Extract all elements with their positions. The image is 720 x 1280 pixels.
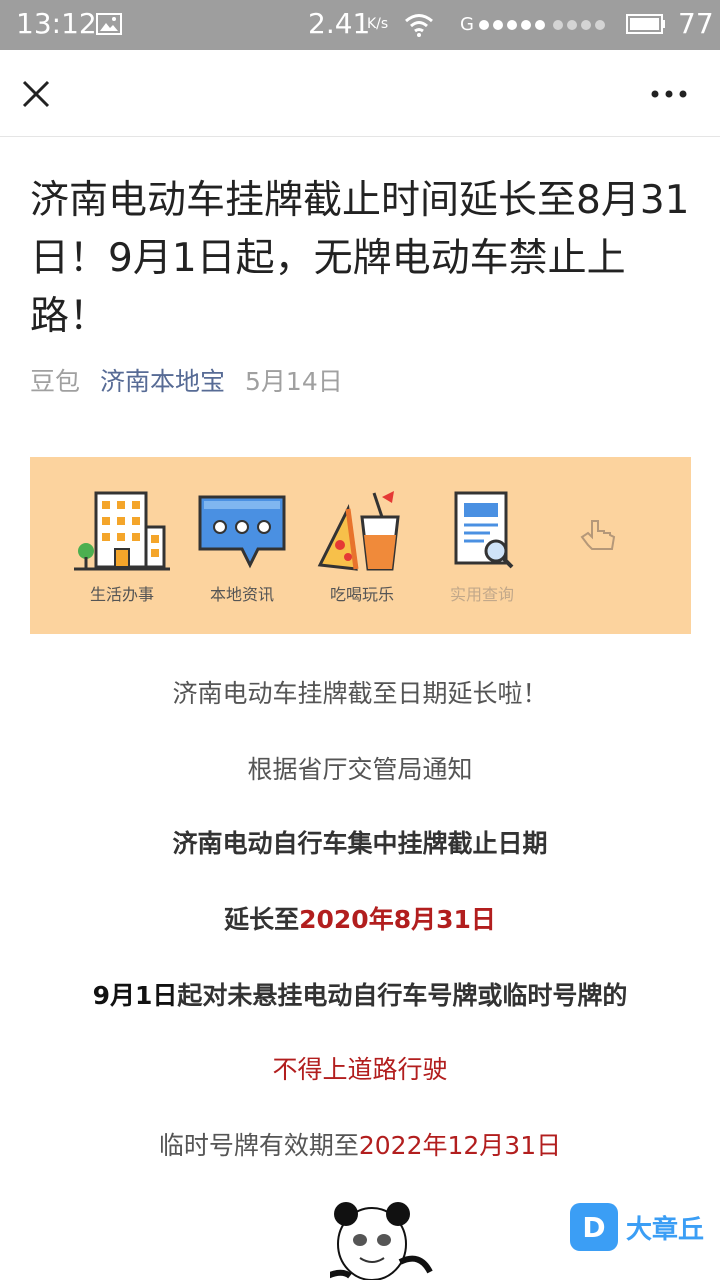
rule-date: 9月1日 [92, 981, 178, 1010]
status-time: 13:12 [16, 7, 97, 40]
temp-plate-date: 2022年12月31日 [358, 1131, 562, 1160]
extended-date: 2020年8月31日 [299, 905, 496, 934]
panda-meme-image [330, 1202, 433, 1280]
temp-plate-prefix: 临时号牌有效期至 [158, 1131, 359, 1160]
publish-date: 5月14日 [245, 367, 343, 396]
paragraph-rule: 9月1日起对未悬挂电动自行车号牌或临时号牌的 [0, 976, 720, 1016]
more-icon[interactable] [650, 88, 688, 100]
watermark-text: 大章丘 [626, 1214, 705, 1245]
document-search-icon [454, 491, 514, 569]
article-meta: 豆包 济南本地宝 5月14日 [30, 364, 343, 400]
watermark: D 大章丘 [570, 1203, 704, 1251]
menu-item-local-news[interactable]: 本地资讯 [182, 487, 302, 605]
menu-label: 实用查询 [449, 585, 514, 604]
rule-text: 起对未悬挂电动自行车号牌或临时号牌的 [177, 981, 628, 1010]
menu-label: 吃喝玩乐 [329, 585, 394, 604]
menu-item-practical-query[interactable]: 实用查询 [422, 487, 542, 605]
extended-prefix: 延长至 [224, 905, 300, 934]
network-speed-unit: K/s [367, 16, 389, 32]
paragraph-source: 根据省厅交管局通知 [247, 755, 473, 784]
menu-label: 生活办事 [89, 585, 154, 604]
menu-label: 本地资讯 [209, 585, 274, 604]
top-navbar [0, 50, 720, 137]
paragraph-deadline-heading: 济南电动自行车集中挂牌截止日期 [172, 829, 548, 858]
signal-icon [479, 20, 605, 30]
article-author: 豆包 [30, 367, 81, 396]
network-speed: 2.41 [308, 7, 371, 40]
network-type: G [460, 14, 474, 35]
paragraph-prohibition: 不得上道路行驶 [272, 1055, 448, 1084]
account-link[interactable]: 济南本地宝 [100, 364, 225, 400]
battery-level: 77 [678, 7, 714, 40]
image-icon [96, 13, 122, 35]
close-icon[interactable] [20, 78, 52, 110]
menu-item-life-services[interactable]: 生活办事 [62, 487, 182, 605]
paragraph-intro: 济南电动车挂牌截至日期延长啦！ [172, 679, 548, 708]
status-bar: 13:12 2.41 K/s G 77 [0, 0, 720, 50]
wifi-icon [405, 14, 433, 37]
article-title: 济南电动车挂牌截止时间延长至8月31日！9月1日起，无牌电动车禁止上路！ [30, 178, 690, 339]
building-icon [74, 491, 170, 571]
battery-icon [626, 14, 665, 34]
chat-bubble-icon [198, 495, 286, 569]
paragraph-extended: 延长至2020年8月31日 [0, 900, 720, 940]
watermark-logo-icon: D [570, 1203, 618, 1251]
food-drink-icon [317, 491, 400, 571]
menu-item-food-fun[interactable]: 吃喝玩乐 [302, 487, 422, 605]
hand-pointer-icon [580, 520, 616, 550]
paragraph-temp-plate: 临时号牌有效期至2022年12月31日 [0, 1126, 720, 1166]
menu-banner: 生活办事 本地资讯 吃喝玩乐 实用查询 [30, 457, 691, 634]
